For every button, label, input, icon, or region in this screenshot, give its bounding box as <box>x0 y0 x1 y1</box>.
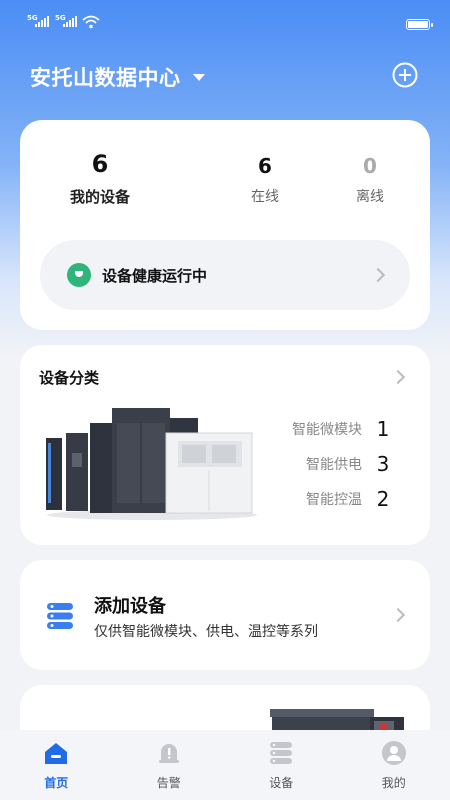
tab-profile[interactable]: 我的 <box>338 730 450 800</box>
user-icon <box>381 741 406 765</box>
server-stack-icon <box>47 603 73 629</box>
site-selector[interactable]: 安托山数据中心 <box>30 62 205 92</box>
server-icon <box>270 742 293 764</box>
battery-icon <box>406 19 433 30</box>
bottom-tab-bar: 首页 告警 设备 我的 <box>0 730 450 800</box>
home-icon <box>45 743 68 764</box>
add-circle-icon[interactable] <box>392 62 418 88</box>
my-devices-stat[interactable]: 6 我的设备 <box>60 150 140 207</box>
health-status-text: 设备健康运行中 <box>102 266 208 285</box>
add-device-title: 添加设备 <box>94 596 166 617</box>
category-count: 1 <box>376 417 390 441</box>
category-label: 智能供电 <box>306 457 362 473</box>
device-category-card[interactable]: 设备分类 智能微模块 1 智能供电 3 智能控温 2 <box>20 345 430 545</box>
wifi-icon <box>82 15 100 29</box>
bell-icon <box>158 744 179 763</box>
signal-bars-2-icon <box>63 16 77 27</box>
tab-label: 设备 <box>269 776 294 790</box>
chevron-right-icon <box>370 267 386 283</box>
category-row-power[interactable]: 智能供电 3 <box>306 452 390 476</box>
tab-label: 首页 <box>44 776 69 790</box>
category-count: 3 <box>376 452 390 476</box>
site-title: 安托山数据中心 <box>30 66 181 90</box>
health-status-row[interactable]: 设备健康运行中 <box>40 240 410 310</box>
category-count: 2 <box>376 487 390 511</box>
category-label: 智能控温 <box>306 492 362 508</box>
online-stat[interactable]: 6 在线 <box>235 154 295 206</box>
tab-alarm[interactable]: 告警 <box>113 730 226 800</box>
category-row-cooling[interactable]: 智能控温 2 <box>306 487 390 511</box>
offline-stat[interactable]: 0 离线 <box>340 154 400 206</box>
add-device-card[interactable]: 添加设备 仅供智能微模块、供电、温控等系列 <box>20 560 430 670</box>
tab-devices[interactable]: 设备 <box>225 730 338 800</box>
category-row-micro-module[interactable]: 智能微模块 1 <box>292 417 390 441</box>
category-title: 设备分类 <box>39 369 100 387</box>
tab-label: 告警 <box>156 776 181 790</box>
add-device-subtitle: 仅供智能微模块、供电、温控等系列 <box>94 624 318 640</box>
category-label: 智能微模块 <box>292 422 362 438</box>
device-summary-card: 6 我的设备 6 在线 0 离线 设备健康运行中 <box>20 120 430 330</box>
my-devices-count: 6 <box>91 150 109 178</box>
online-count: 6 <box>258 154 272 178</box>
device-cabinets-image <box>46 408 257 520</box>
signal-bars-1-icon <box>35 16 49 27</box>
offline-label: 离线 <box>356 189 384 205</box>
tab-home[interactable]: 首页 <box>0 730 113 800</box>
health-smile-icon <box>67 263 91 287</box>
chevron-right-icon <box>390 607 406 623</box>
status-bar: 5G 5G <box>0 0 450 46</box>
my-devices-label: 我的设备 <box>69 188 130 206</box>
offline-count: 0 <box>363 154 377 178</box>
tab-label: 我的 <box>381 776 406 790</box>
dropdown-caret-icon <box>192 73 205 81</box>
online-label: 在线 <box>251 189 279 205</box>
chevron-right-icon <box>390 369 406 385</box>
